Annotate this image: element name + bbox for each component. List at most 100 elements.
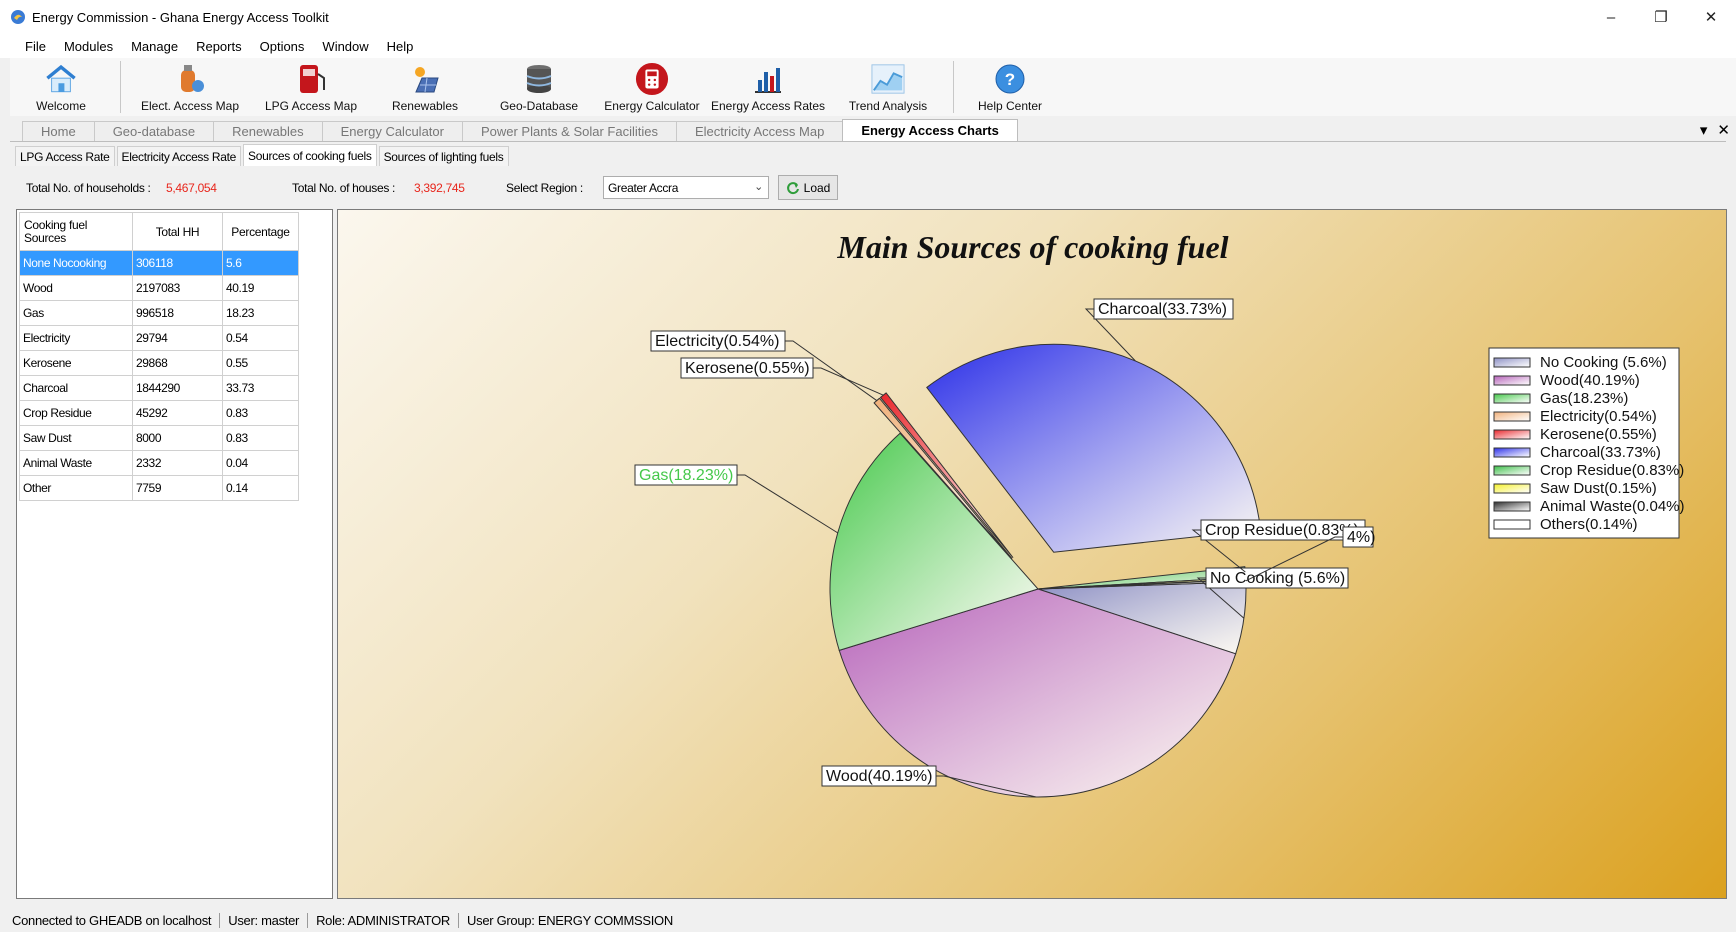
main-tab-strip: Home Geo-database Renewables Energy Calc… [10,119,1726,142]
menu-options[interactable]: Options [251,39,314,54]
tab-electricity-access-map[interactable]: Electricity Access Map [675,121,844,141]
calculator-icon [635,62,669,96]
cell-source: Electricity [19,325,133,351]
toolbar: Welcome Elect. Access Map LPG Access Map… [10,58,1736,116]
toolbar-label: Elect. Access Map [140,99,240,113]
tab-home[interactable]: Home [22,121,95,141]
menu-manage[interactable]: Manage [122,39,187,54]
tab-energy-access-charts[interactable]: Energy Access Charts [842,119,1018,141]
refresh-icon [786,181,799,194]
cell-total-hh: 45292 [132,400,223,426]
toolbar-help-center-button[interactable]: ? Help Center [962,58,1058,116]
cell-source: Other [19,475,133,501]
toolbar-welcome-button[interactable]: Welcome [10,58,112,116]
toolbar-elect-access-map-button[interactable]: Elect. Access Map [129,58,251,116]
slice-label: Wood(40.19%) [826,768,932,785]
table-row[interactable]: Kerosene 29868 0.55 [19,350,299,376]
legend-swatch [1493,429,1531,440]
load-button[interactable]: Load [778,175,838,200]
tab-list-dropdown-icon[interactable]: ▾ [1700,121,1708,139]
legend-swatch [1493,411,1531,422]
cell-percentage: 33.73 [222,375,299,401]
table-row[interactable]: Charcoal 1844290 33.73 [19,375,299,401]
tab-close-icon[interactable]: ✕ [1717,121,1730,139]
legend-swatch [1493,447,1531,458]
tab-geo-database[interactable]: Geo-database [93,121,215,141]
table-header-row: Cooking fuel Sources Total HH Percentage [19,212,299,251]
cell-percentage: 0.54 [222,325,299,351]
cell-total-hh: 7759 [132,475,223,501]
menu-bar: File Modules Manage Reports Options Wind… [0,34,1736,58]
column-header-source[interactable]: Cooking fuel Sources [19,212,133,251]
legend-entry: Kerosene(0.55%) [1540,426,1657,443]
region-select[interactable]: Greater Accra ⌄ [603,176,769,199]
toolbar-label: Trend Analysis [848,99,928,113]
table-row[interactable]: Wood 2197083 40.19 [19,275,299,301]
house-icon [44,62,78,96]
legend-swatch [1493,483,1531,494]
status-user: User: master [220,912,309,928]
menu-window[interactable]: Window [313,39,377,54]
fuel-sources-table-panel: Cooking fuel Sources Total HH Percentage… [16,209,333,899]
fuel-pump-icon [294,62,328,96]
restore-button[interactable]: ❐ [1636,0,1686,34]
minimize-button[interactable]: – [1586,0,1636,34]
households-value: 5,467,054 [166,181,217,195]
cell-percentage: 0.14 [222,475,299,501]
table-row[interactable]: Other 7759 0.14 [19,475,299,501]
cell-source: Crop Residue [19,400,133,426]
slice-label: Crop Residue(0.83%) [1205,522,1359,539]
cooking-fuel-pie-chart: Main Sources of cooking fuel No Cooking … [634,229,1685,798]
title-bar: Energy Commission - Ghana Energy Access … [0,0,1736,34]
table-row[interactable]: Animal Waste 2332 0.04 [19,450,299,476]
toolbar-energy-calculator-button[interactable]: Energy Calculator [599,58,705,116]
houses-label: Total No. of houses : [292,181,396,195]
subtab-electricity-access-rate[interactable]: Electricity Access Rate [116,146,242,166]
table-row[interactable]: Crop Residue 45292 0.83 [19,400,299,426]
tab-renewables[interactable]: Renewables [213,121,323,141]
subtab-lpg-access-rate[interactable]: LPG Access Rate [15,146,115,166]
slice-label: No Cooking (5.6%) [1210,570,1345,587]
subtab-sources-of-lighting-fuels[interactable]: Sources of lighting fuels [378,146,509,166]
toolbar-energy-access-rates-button[interactable]: Energy Access Rates [705,58,831,116]
table-row[interactable]: Saw Dust 8000 0.83 [19,425,299,451]
table-row[interactable]: Electricity 29794 0.54 [19,325,299,351]
column-header-total-hh[interactable]: Total HH [132,212,223,251]
toolbar-renewables-button[interactable]: Renewables [371,58,479,116]
close-window-button[interactable]: ✕ [1686,0,1736,34]
region-label: Select Region : [506,181,583,195]
legend-swatch [1493,375,1531,386]
table-row[interactable]: None Nocooking 306118 5.6 [19,250,299,276]
cell-percentage: 40.19 [222,275,299,301]
toolbar-trend-analysis-button[interactable]: Trend Analysis [831,58,945,116]
toolbar-separator [120,61,121,113]
subtab-sources-of-cooking-fuels[interactable]: Sources of cooking fuels [243,144,377,166]
toolbar-geo-database-button[interactable]: Geo-Database [479,58,599,116]
solar-panel-icon [408,62,442,96]
gas-cylinder-icon [173,62,207,96]
cell-percentage: 0.04 [222,450,299,476]
cell-source: None Nocooking [19,250,133,276]
cell-total-hh: 2332 [132,450,223,476]
cell-percentage: 18.23 [222,300,299,326]
tab-controls: ▾ ✕ [1700,121,1730,139]
menu-modules[interactable]: Modules [55,39,122,54]
menu-reports[interactable]: Reports [187,39,251,54]
menu-help[interactable]: Help [378,39,423,54]
cell-total-hh: 29794 [132,325,223,351]
app-logo-icon [11,10,25,24]
tab-power-plants[interactable]: Power Plants & Solar Facilities [461,121,677,141]
svg-text:?: ? [1005,70,1015,89]
tab-energy-calculator[interactable]: Energy Calculator [321,121,463,141]
column-header-percentage[interactable]: Percentage [222,212,299,251]
households-label: Total No. of households : [26,181,151,195]
chart-title: Main Sources of cooking fuel [836,229,1228,265]
table-row[interactable]: Gas 996518 18.23 [19,300,299,326]
menu-file[interactable]: File [16,39,55,54]
slice-label-leader [737,474,838,534]
help-icon: ? [993,62,1027,96]
slice-label: Gas(18.23%) [639,467,733,484]
toolbar-lpg-access-map-button[interactable]: LPG Access Map [251,58,371,116]
status-role: Role: ADMINISTRATOR [308,912,460,928]
slice-label: Electricity(0.54%) [655,333,779,350]
